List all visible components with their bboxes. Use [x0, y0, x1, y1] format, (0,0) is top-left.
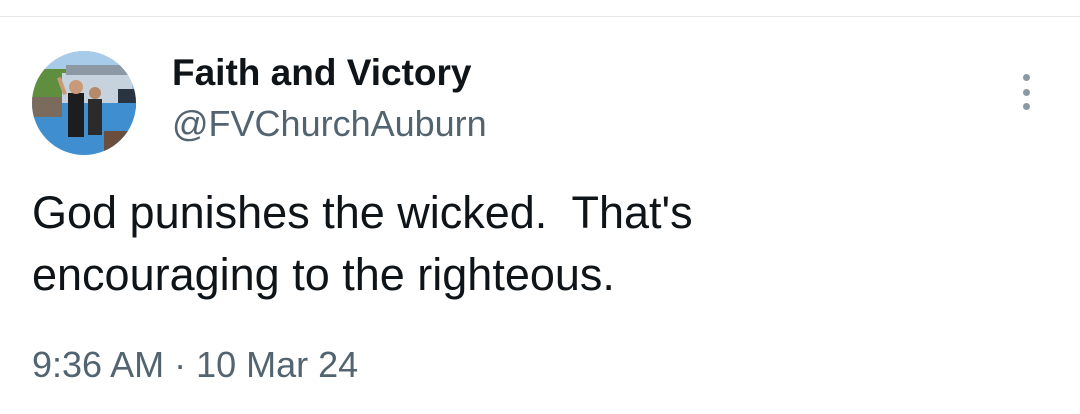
tweet-timestamp[interactable]: 9:36 AM · 10 Mar 24: [32, 342, 358, 388]
tweet-text: God punishes the wicked. That's encourag…: [32, 182, 1032, 306]
tweet-text-line-1: God punishes the wicked. That's: [32, 187, 693, 238]
more-vertical-icon: [1022, 74, 1030, 81]
avatar[interactable]: [32, 51, 136, 155]
meta-separator: ·: [174, 344, 187, 385]
author-handle[interactable]: @FVChurchAuburn: [172, 101, 487, 147]
author-display-name[interactable]: Faith and Victory: [172, 50, 472, 96]
tweet-date[interactable]: 10 Mar 24: [196, 344, 358, 385]
more-vertical-icon-dot: [1022, 88, 1030, 96]
tweet-time[interactable]: 9:36 AM: [32, 344, 164, 385]
tweet-text-line-2: encouraging to the righteous.: [32, 249, 615, 300]
more-options-button[interactable]: [1010, 70, 1042, 114]
profile-photo-icon: [32, 51, 136, 155]
top-divider: [0, 16, 1080, 17]
more-vertical-icon-dot: [1022, 103, 1030, 110]
